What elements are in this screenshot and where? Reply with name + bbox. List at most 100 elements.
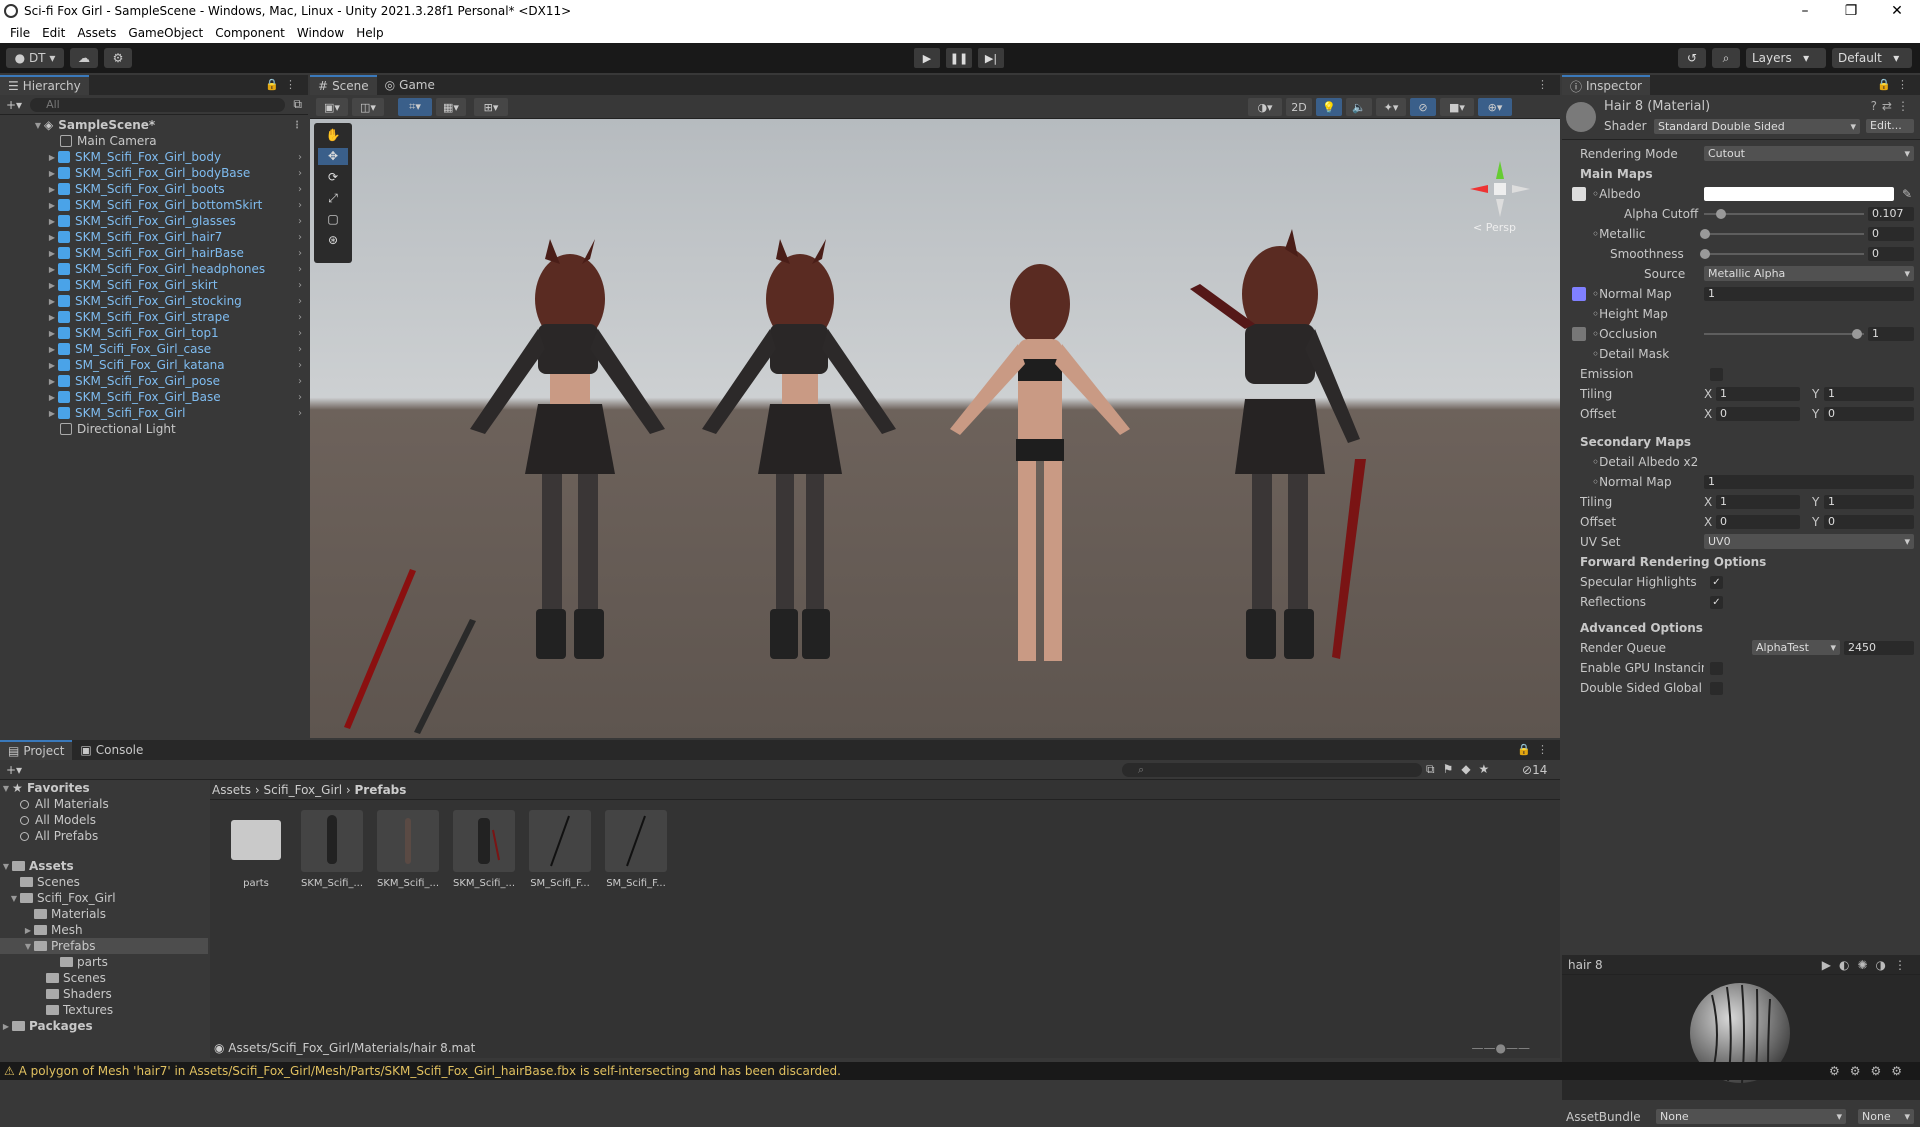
- render-queue-dropdown[interactable]: AlphaTest: [1752, 640, 1840, 655]
- breadcrumb-scifi[interactable]: Scifi_Fox_Girl: [264, 783, 343, 797]
- albedo-color-field[interactable]: [1704, 187, 1894, 201]
- gpu-instancing-checkbox[interactable]: [1710, 662, 1723, 675]
- tree-item-scenes2[interactable]: Scenes: [0, 970, 208, 986]
- hierarchy-item[interactable]: ▶ SKM_Scifi_Fox_Girl_bodyBase ›: [0, 165, 308, 181]
- hierarchy-item[interactable]: ▶ SKM_Scifi_Fox_Girl_pose ›: [0, 373, 308, 389]
- tree-item-mesh[interactable]: ▶ Mesh: [0, 922, 208, 938]
- asset-tile[interactable]: SM_Scifi_F...: [528, 810, 592, 889]
- expand-arrow-icon[interactable]: ▶: [0, 1022, 12, 1031]
- expand-arrow-icon[interactable]: ▶: [46, 169, 58, 178]
- gizmos-icon[interactable]: ⊕▾: [1478, 98, 1512, 116]
- open-prefab-icon[interactable]: ›: [298, 184, 302, 195]
- grid-icon[interactable]: ▦▾: [436, 98, 466, 116]
- uv-set-dropdown[interactable]: UV0: [1704, 534, 1914, 549]
- alpha-cutoff-field[interactable]: 0.107: [1868, 207, 1914, 221]
- move-tool-icon[interactable]: ✥: [318, 148, 348, 165]
- hierarchy-item[interactable]: ▶ SKM_Scifi_Fox_Girl_boots ›: [0, 181, 308, 197]
- effects-icon[interactable]: ✦▾: [1376, 98, 1406, 116]
- scene-gizmo-icon[interactable]: [1460, 149, 1540, 229]
- occlusion-slider[interactable]: [1704, 333, 1864, 335]
- open-prefab-icon[interactable]: ›: [298, 312, 302, 323]
- scene-menu-icon[interactable]: ⋮: [1537, 78, 1554, 91]
- draw-mode-icon[interactable]: ▣▾: [316, 98, 348, 116]
- tree-item-assets[interactable]: ▼ Assets: [0, 858, 208, 874]
- expand-arrow-icon[interactable]: ▼: [0, 862, 12, 871]
- maximize-icon[interactable]: ❐: [1828, 3, 1874, 19]
- alpha-cutoff-slider[interactable]: [1704, 213, 1864, 215]
- assetbundle-variant-dropdown[interactable]: None: [1858, 1109, 1914, 1124]
- expand-arrow-icon[interactable]: ▶: [46, 153, 58, 162]
- normal-map2-field[interactable]: 1: [1704, 475, 1914, 489]
- minimize-icon[interactable]: –: [1782, 3, 1828, 19]
- expand-arrow-icon[interactable]: ▶: [46, 281, 58, 290]
- metallic-knob[interactable]: [1700, 229, 1710, 239]
- smoothness-field[interactable]: 0: [1868, 247, 1914, 261]
- breadcrumb-prefabs[interactable]: Prefabs: [355, 783, 407, 797]
- shader-edit-button[interactable]: Edit...: [1866, 119, 1914, 133]
- menu-help[interactable]: Help: [350, 26, 389, 40]
- step-button[interactable]: ▶|: [978, 48, 1004, 68]
- play-button[interactable]: ▶: [914, 48, 940, 68]
- asset-tile[interactable]: parts: [224, 810, 288, 889]
- occlusion-knob[interactable]: [1852, 329, 1862, 339]
- open-prefab-icon[interactable]: ›: [298, 152, 302, 163]
- expand-arrow-icon[interactable]: ▶: [46, 361, 58, 370]
- expand-arrow-icon[interactable]: ▶: [46, 233, 58, 242]
- metallic-slider[interactable]: [1704, 233, 1864, 235]
- expand-arrow-icon[interactable]: ▼: [22, 942, 34, 951]
- smoothness-slider[interactable]: [1704, 253, 1864, 255]
- albedo-texture-slot[interactable]: [1572, 187, 1586, 201]
- scene-row[interactable]: ▼ ◈ SampleScene* ⋮: [0, 117, 308, 133]
- pause-button[interactable]: ❚❚: [946, 48, 972, 68]
- tiling-y-field[interactable]: 1: [1824, 387, 1914, 401]
- open-prefab-icon[interactable]: ›: [298, 296, 302, 307]
- expand-arrow-icon[interactable]: ▼: [0, 784, 12, 793]
- expand-arrow-icon[interactable]: ▼: [8, 894, 20, 903]
- scene-menu-icon[interactable]: ⋮: [292, 120, 302, 131]
- expand-arrow-icon[interactable]: ▼: [32, 121, 44, 130]
- assetbundle-dropdown[interactable]: None: [1656, 1109, 1846, 1124]
- perspective-label[interactable]: < Persp: [1473, 221, 1516, 234]
- lighting-icon[interactable]: 💡: [1316, 98, 1342, 116]
- expand-arrow-icon[interactable]: ▶: [46, 313, 58, 322]
- tiling2-x-field[interactable]: 1: [1716, 495, 1800, 509]
- occlusion-texture-slot[interactable]: [1572, 327, 1586, 341]
- smoothness-knob[interactable]: [1700, 249, 1710, 259]
- expand-arrow-icon[interactable]: ▶: [46, 393, 58, 402]
- shading-icon[interactable]: ◑▾: [1248, 98, 1282, 116]
- open-prefab-icon[interactable]: ›: [298, 264, 302, 275]
- tree-item-all-prefabs[interactable]: All Prefabs: [0, 828, 208, 844]
- asset-tile[interactable]: SKM_Scifi_...: [300, 810, 364, 889]
- katana-model[interactable]: [310, 559, 510, 738]
- hierarchy-item[interactable]: ▶ SKM_Scifi_Fox_Girl_top1 ›: [0, 325, 308, 341]
- cloud-icon[interactable]: ☁: [70, 48, 98, 68]
- open-prefab-icon[interactable]: ›: [298, 232, 302, 243]
- expand-arrow-icon[interactable]: ▶: [46, 345, 58, 354]
- scale-tool-icon[interactable]: ⤢: [318, 190, 348, 207]
- tree-item-all-materials[interactable]: All Materials: [0, 796, 208, 812]
- tab-inspector[interactable]: ⓘ Inspector: [1562, 75, 1650, 95]
- hidden-objects-icon[interactable]: ⊘: [1410, 98, 1436, 116]
- history-icon[interactable]: ↺: [1678, 48, 1706, 68]
- source-dropdown[interactable]: Metallic Alpha: [1704, 266, 1914, 281]
- render-queue-field[interactable]: 2450: [1844, 641, 1914, 655]
- expand-arrow-icon[interactable]: ▶: [46, 249, 58, 258]
- open-prefab-icon[interactable]: ›: [298, 344, 302, 355]
- collab-icon[interactable]: ⚙: [104, 48, 132, 68]
- add-icon[interactable]: +▾: [6, 98, 22, 112]
- menu-edit[interactable]: Edit: [36, 26, 71, 40]
- favorites-row[interactable]: ▼ ★ Favorites: [0, 780, 208, 796]
- transform-tool-icon[interactable]: ⊛: [318, 232, 348, 249]
- tiling2-y-field[interactable]: 1: [1824, 495, 1914, 509]
- eyedropper-icon[interactable]: ✎: [1902, 187, 1912, 201]
- tree-item-shaders[interactable]: Shaders: [0, 986, 208, 1002]
- menu-window[interactable]: Window: [291, 26, 350, 40]
- render-mode-icon[interactable]: ◫▾: [352, 98, 384, 116]
- offset2-y-field[interactable]: 0: [1824, 515, 1914, 529]
- open-prefab-icon[interactable]: ›: [298, 328, 302, 339]
- hierarchy-item[interactable]: ▶ SM_Scifi_Fox_Girl_katana ›: [0, 357, 308, 373]
- scene-viewport[interactable]: ✋ ✥ ⟳ ⤢ ▢ ⊛ < Persp: [310, 119, 1560, 738]
- menu-component[interactable]: Component: [209, 26, 291, 40]
- grid-snap-icon[interactable]: ⌗▾: [398, 98, 432, 116]
- tree-item-packages[interactable]: ▶ Packages: [0, 1018, 208, 1034]
